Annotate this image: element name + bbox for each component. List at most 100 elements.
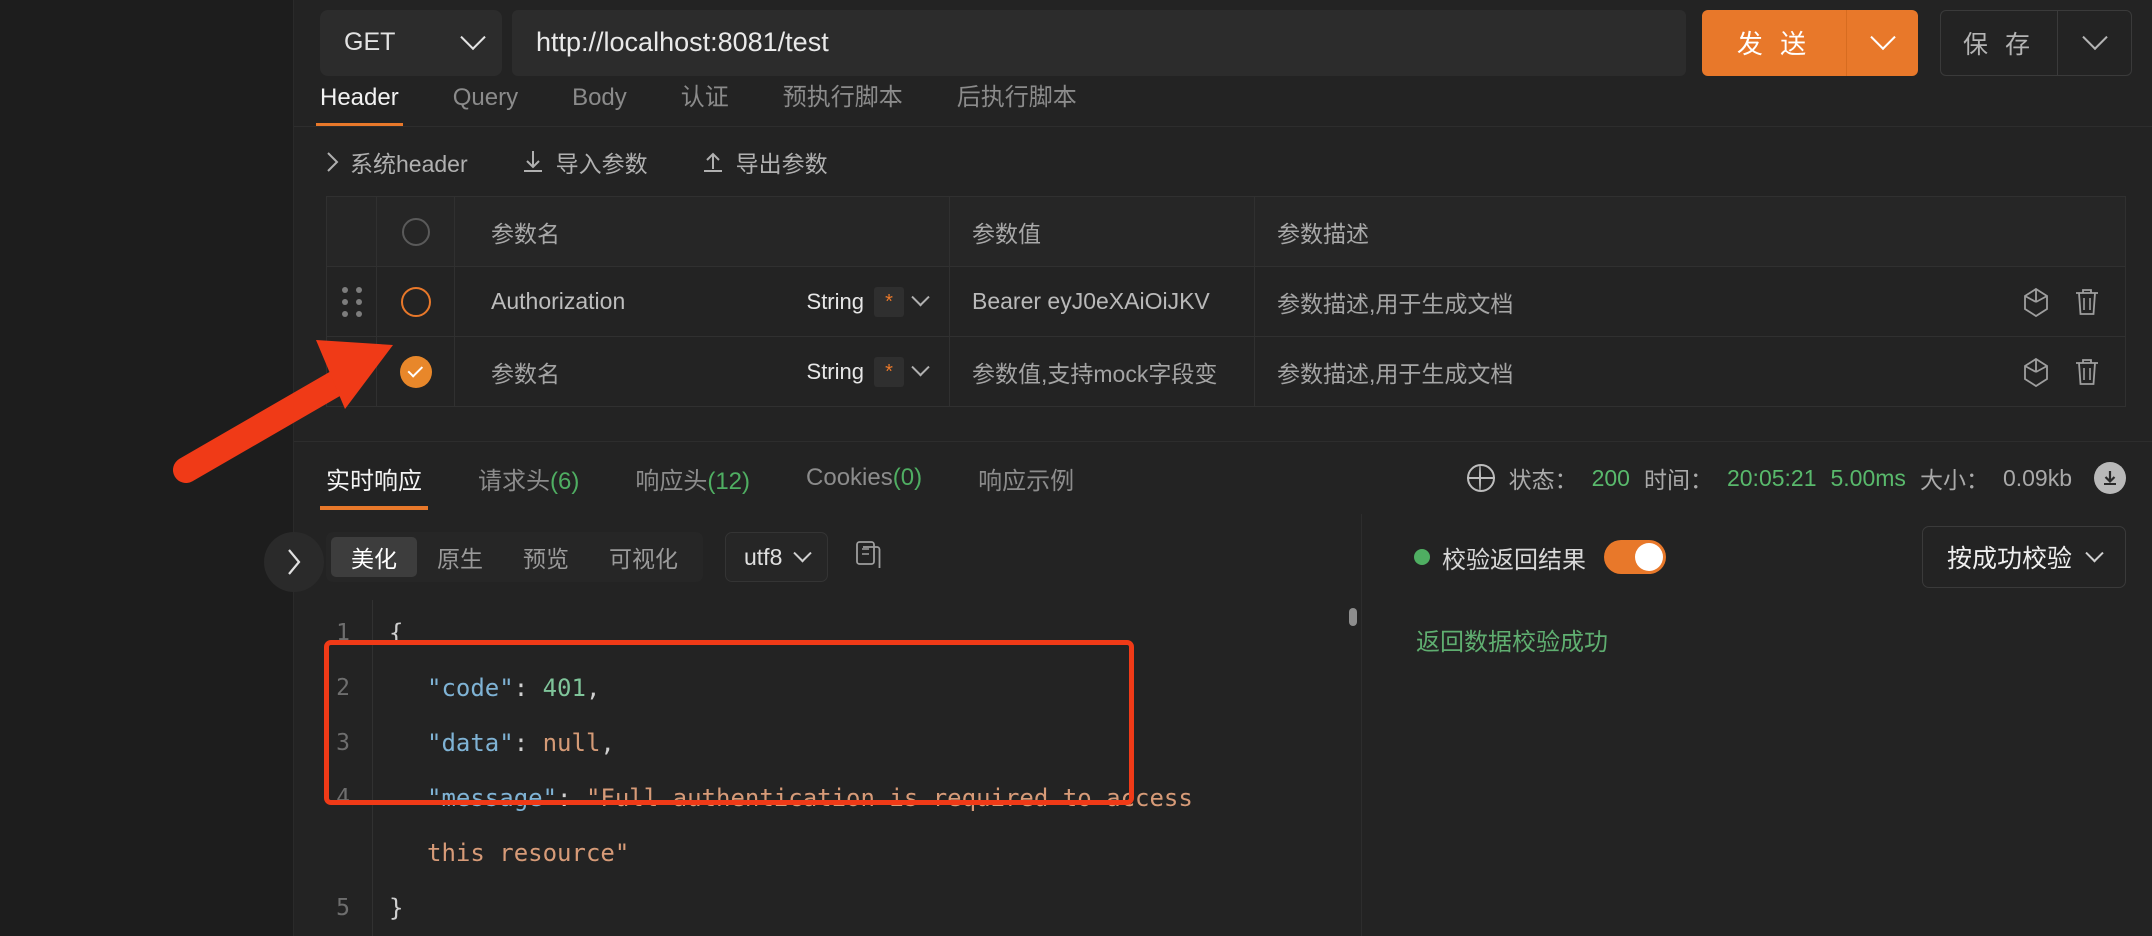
system-header-label: 系统header	[350, 150, 468, 177]
response-panel: 实时响应 请求头(6) 响应头(12) Cookies(0) 响应示例 状态：	[264, 441, 2152, 936]
resp-tab-response-headers[interactable]: 响应头(12)	[635, 461, 750, 510]
row-drag-handle[interactable]	[327, 267, 377, 336]
row-value-cell[interactable]: Bearer eyJ0eXAiOiJKV	[950, 267, 1255, 336]
export-upload-icon	[703, 152, 722, 172]
line-number: 3	[336, 730, 350, 756]
size-label: 大小：	[1919, 467, 1989, 493]
save-options-button[interactable]	[2057, 10, 2131, 75]
format-tab-visualize[interactable]: 可视化	[589, 537, 698, 577]
row-name-cell[interactable]: Authorization String *	[455, 267, 950, 336]
param-type-select[interactable]: String *	[806, 356, 949, 387]
param-type-label: String	[806, 358, 864, 384]
table-row: 参数名 String * 参数值,支持mock字段变 参数描述,用于生成文档	[327, 337, 2125, 407]
row-actions	[2021, 286, 2125, 318]
time-label: 时间：	[1643, 467, 1713, 493]
trash-icon[interactable]	[2073, 356, 2101, 388]
import-params-label: 导入参数	[555, 150, 648, 177]
code-token-sep: :	[513, 674, 543, 702]
box-3d-icon[interactable]	[2021, 286, 2051, 318]
resp-tab-request-headers-label: 请求头	[478, 467, 550, 495]
tab-header[interactable]: Header	[316, 84, 403, 127]
format-tab-preview[interactable]: 预览	[503, 537, 589, 577]
chevron-down-icon	[911, 288, 930, 307]
line-number: 5	[336, 895, 350, 921]
row-drag-handle[interactable]	[327, 337, 377, 406]
export-params-label: 导出参数	[735, 150, 828, 177]
encoding-select[interactable]: utf8	[725, 532, 829, 582]
validation-toolbar: 校验返回结果 按成功校验	[1362, 514, 2152, 600]
table-header-row: 参数名 参数值 参数描述	[327, 197, 2125, 267]
code-line: }	[389, 881, 1361, 936]
resp-tab-request-headers[interactable]: 请求头(6)	[478, 461, 579, 510]
header-drag-cell	[327, 197, 377, 266]
header-value-label: 参数值	[972, 220, 1041, 247]
required-badge[interactable]: *	[874, 286, 904, 317]
resp-tab-live[interactable]: 实时响应	[320, 461, 428, 510]
system-header-toggle[interactable]: 系统header	[326, 145, 468, 179]
tab-auth[interactable]: 认证	[681, 77, 729, 126]
header-name-cell: 参数名	[455, 197, 950, 266]
collapse-panel-button[interactable]	[264, 532, 324, 592]
tab-post-script[interactable]: 后执行脚本	[957, 77, 1077, 126]
validation-message: 返回数据校验成功	[1416, 629, 1608, 656]
row-actions	[2021, 356, 2125, 388]
header-desc-label: 参数描述	[1277, 220, 1369, 247]
response-code-panel: 美化 原生 预览 可视化 utf8 1 2 3 4 5 {"code": 40…	[294, 514, 1362, 936]
save-button-group: 保 存	[1940, 9, 2132, 76]
code-token-key: "data"	[427, 729, 514, 757]
select-all-checkbox-icon	[401, 217, 430, 246]
tab-pre-script[interactable]: 预执行脚本	[783, 77, 903, 126]
resp-tab-response-headers-count: (12)	[707, 467, 751, 495]
select-all-cell[interactable]	[377, 197, 455, 266]
code-token-plain: {	[389, 619, 404, 647]
param-name-input: Authorization	[491, 288, 626, 314]
chevron-right-icon	[327, 151, 339, 172]
param-name-input: 参数名	[491, 360, 560, 387]
save-button[interactable]: 保 存	[1941, 11, 2057, 75]
size-value: 0.09kb	[2002, 464, 2072, 491]
code-scrollbar[interactable]	[1349, 608, 1357, 626]
encoding-label: utf8	[744, 543, 783, 570]
code-viewer[interactable]: 1 2 3 4 5 { "code": 401, "data": null, "…	[294, 600, 1361, 936]
validation-toggle[interactable]	[1604, 540, 1666, 574]
validation-panel: 校验返回结果 按成功校验 返回数据校验成功	[264, 514, 2152, 936]
row-checkbox[interactable]	[377, 337, 455, 406]
main-panel: GET http://localhost:8081/test 发 送 保 存 H…	[264, 0, 2152, 936]
resp-tab-cookies[interactable]: Cookies(0)	[806, 464, 922, 506]
tab-query[interactable]: Query	[453, 84, 518, 126]
trash-icon[interactable]	[2073, 286, 2101, 318]
url-input[interactable]: http://localhost:8081/test	[512, 9, 1686, 76]
code-line: "data": null,	[389, 716, 1361, 771]
http-method-select[interactable]: GET	[320, 9, 502, 76]
param-type-label: String	[806, 288, 864, 314]
code-token-key: "message"	[427, 784, 558, 812]
header-value-cell: 参数值	[950, 197, 1255, 266]
copy-icon[interactable]	[854, 539, 884, 576]
param-toolbar: 系统header 导入参数 导出参数	[294, 127, 2152, 196]
export-params-button[interactable]: 导出参数	[700, 145, 828, 179]
resp-tab-examples[interactable]: 响应示例	[978, 461, 1074, 510]
code-token-tail: ,	[585, 674, 601, 702]
resp-tab-cookies-count: (0)	[892, 464, 923, 491]
code-token-tail: ,	[600, 729, 615, 757]
required-badge[interactable]: *	[874, 356, 904, 387]
http-method-label: GET	[344, 28, 396, 57]
row-desc-cell[interactable]: 参数描述,用于生成文档	[1255, 337, 2125, 406]
import-params-button[interactable]: 导入参数	[520, 145, 648, 179]
chevron-down-icon	[2081, 24, 2108, 50]
box-3d-icon[interactable]	[2021, 356, 2051, 388]
code-content: { "code": 401, "data": null, "message": …	[372, 600, 1361, 936]
format-tab-raw[interactable]: 原生	[417, 537, 503, 577]
row-value-cell[interactable]: 参数值,支持mock字段变	[950, 337, 1255, 406]
download-icon[interactable]	[2094, 462, 2126, 494]
send-options-button[interactable]	[1846, 9, 1918, 76]
row-name-cell[interactable]: 参数名 String *	[455, 337, 950, 406]
row-desc-cell[interactable]: 参数描述,用于生成文档	[1255, 267, 2125, 336]
send-button[interactable]: 发 送	[1702, 9, 1846, 76]
globe-icon	[1466, 464, 1495, 492]
tab-body[interactable]: Body	[572, 84, 627, 126]
format-tab-pretty[interactable]: 美化	[331, 537, 417, 577]
row-checkbox[interactable]	[377, 267, 455, 336]
validation-mode-select[interactable]: 按成功校验	[1921, 526, 2126, 588]
param-type-select[interactable]: String *	[806, 286, 949, 317]
